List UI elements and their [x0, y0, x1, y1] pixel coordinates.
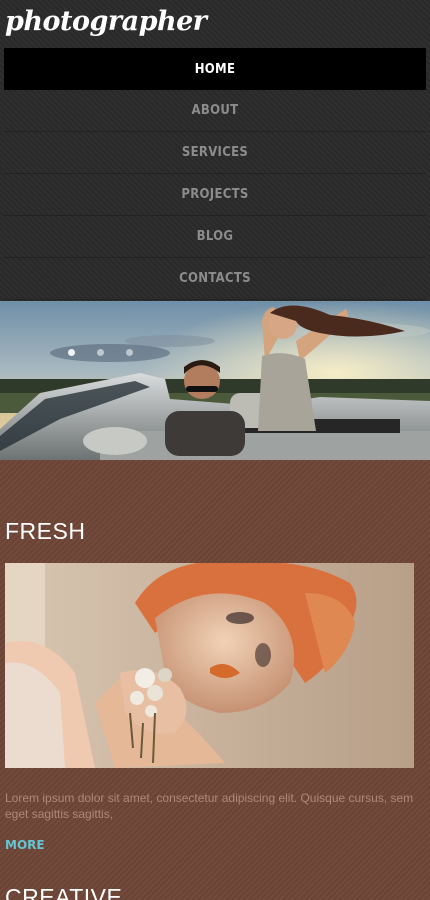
- slider-dot-1[interactable]: [68, 349, 75, 356]
- nav-item-projects[interactable]: PROJECTS: [4, 174, 426, 216]
- content-section: FRESH Lorem ipsum dolor sit amet, consec…: [0, 460, 430, 900]
- section-title-fresh: FRESH: [5, 518, 86, 544]
- slider-dot-3[interactable]: [126, 349, 133, 356]
- nav-item-services[interactable]: SERVICES: [4, 132, 426, 174]
- site-logo[interactable]: photographer: [5, 6, 207, 37]
- nav-item-blog[interactable]: BLOG: [4, 216, 426, 258]
- main-nav: HOME ABOUT SERVICES PROJECTS BLOG CONTAC…: [4, 48, 426, 300]
- slider-dot-2[interactable]: [97, 349, 104, 356]
- fresh-photo[interactable]: [5, 563, 414, 768]
- page: photographer HOME ABOUT SERVICES PROJECT…: [0, 0, 430, 900]
- portrait-image: [5, 563, 414, 768]
- section-title-creative: CREATIVE: [5, 884, 123, 900]
- nav-item-contacts[interactable]: CONTACTS: [4, 258, 426, 300]
- hero-image: [0, 301, 430, 460]
- nav-item-home[interactable]: HOME: [4, 48, 426, 90]
- section-body-text: Lorem ipsum dolor sit amet, consectetur …: [5, 791, 414, 821]
- nav-item-about[interactable]: ABOUT: [4, 90, 426, 132]
- header: photographer HOME ABOUT SERVICES PROJECT…: [0, 0, 430, 301]
- more-link[interactable]: MORE: [5, 838, 45, 852]
- hero-slider[interactable]: [0, 301, 430, 460]
